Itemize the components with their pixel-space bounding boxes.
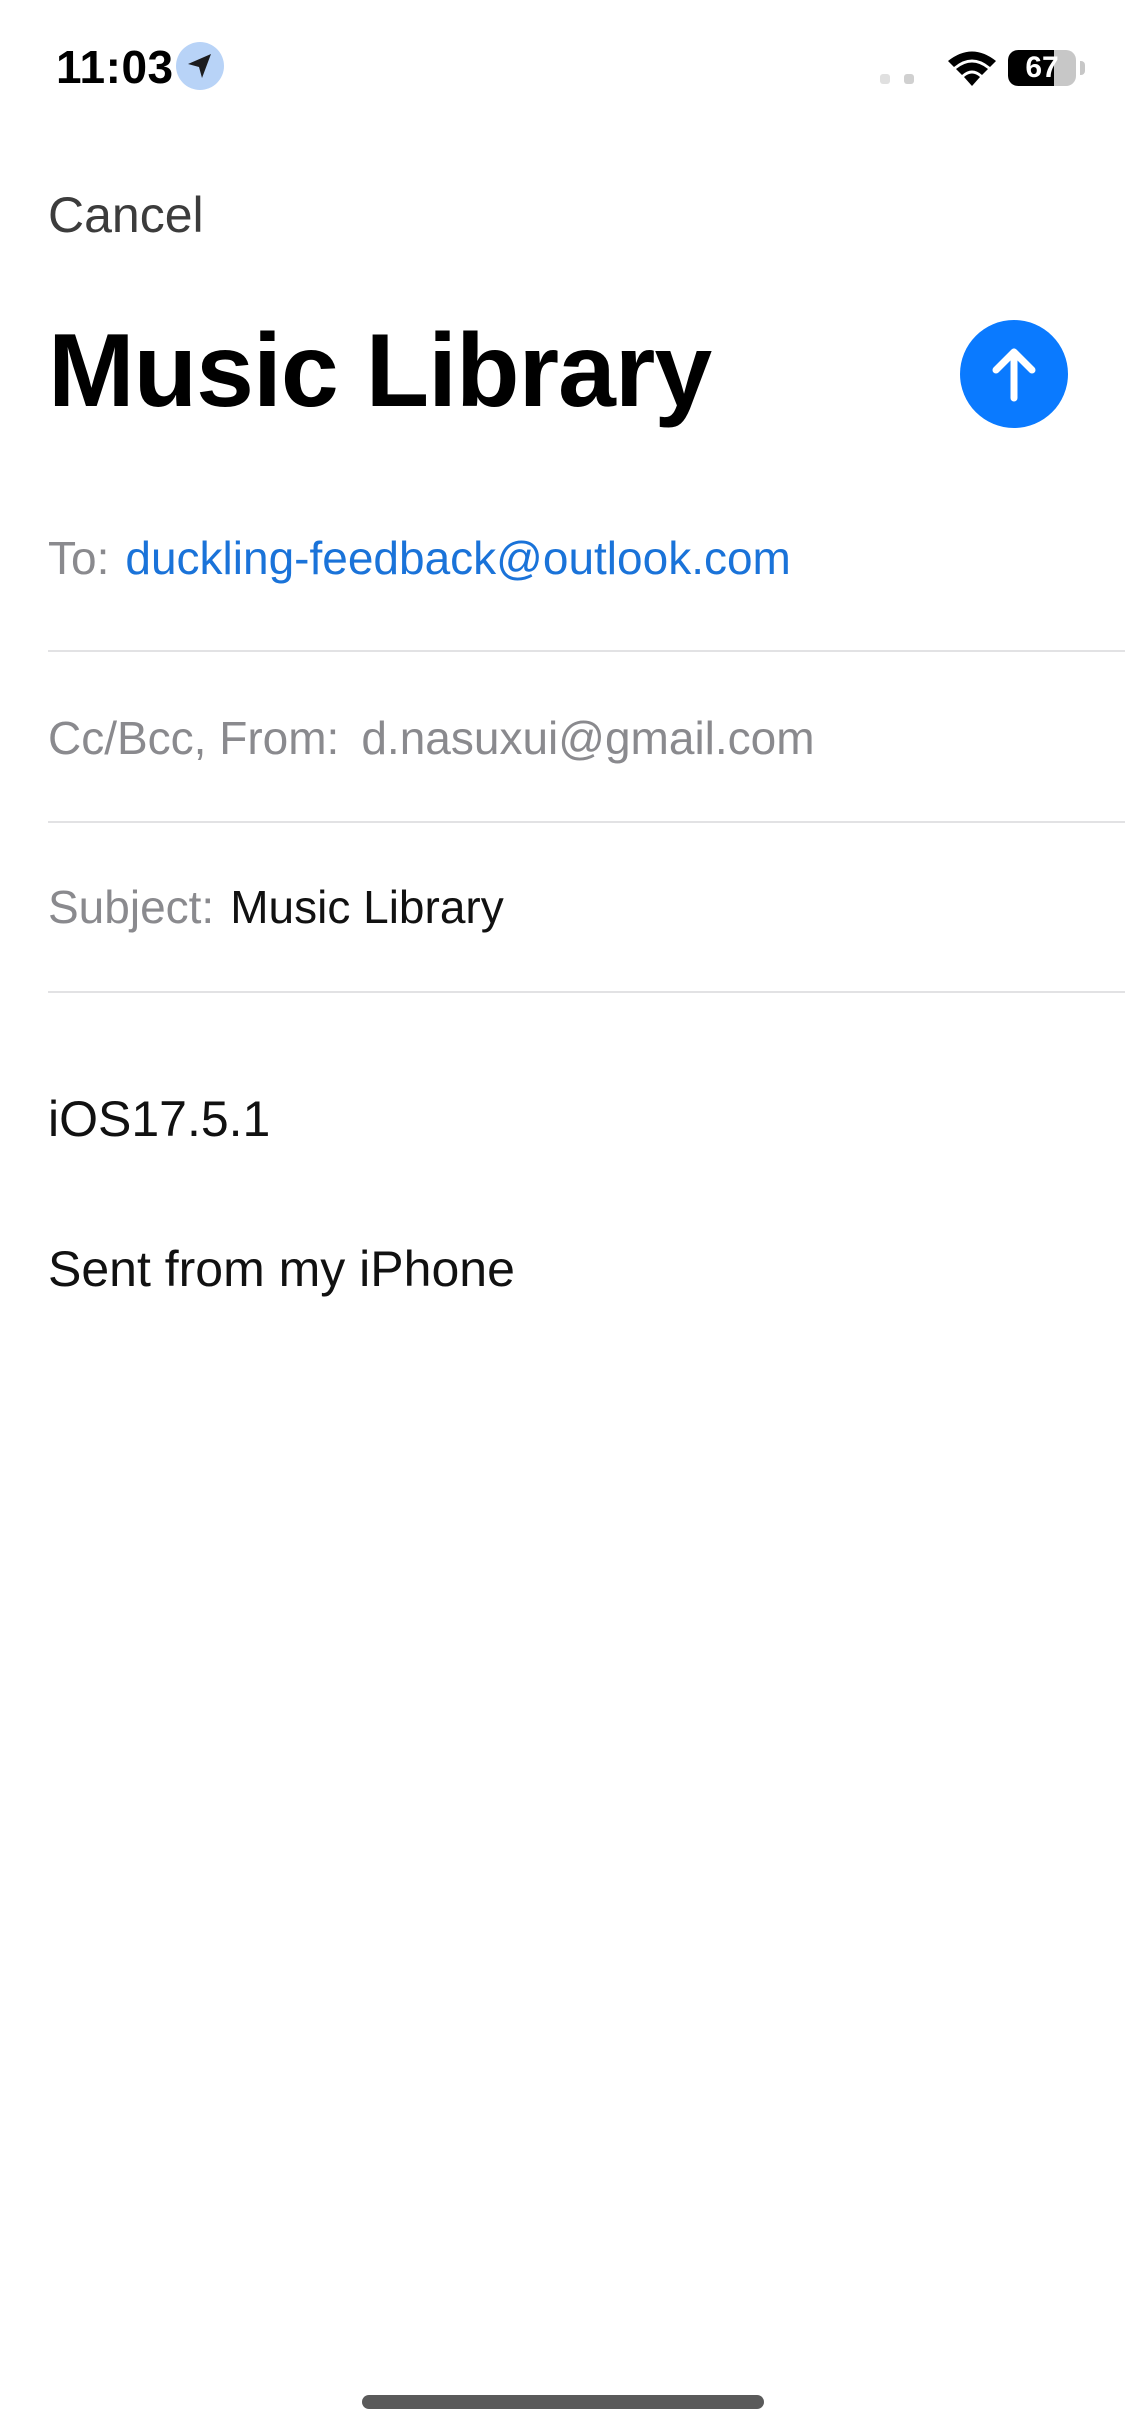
to-field[interactable]: To: duckling-feedback@outlook.com xyxy=(48,473,1125,643)
divider xyxy=(48,650,1125,652)
divider xyxy=(48,991,1125,993)
wifi-icon xyxy=(948,51,996,86)
cc-bcc-from-field[interactable]: Cc/Bcc, From: d.nasuxui@gmail.com xyxy=(48,653,1125,823)
status-bar: 11:03 67 xyxy=(0,0,1125,140)
subject-field[interactable]: Subject: Music Library xyxy=(48,822,1125,992)
battery-cap xyxy=(1080,61,1085,75)
from-address[interactable]: d.nasuxui@gmail.com xyxy=(361,711,814,765)
to-label: To: xyxy=(48,532,110,584)
message-body-line[interactable]: iOS17.5.1 xyxy=(48,1090,270,1148)
send-button[interactable] xyxy=(960,320,1068,428)
home-indicator[interactable] xyxy=(362,2395,764,2409)
location-arrow-icon xyxy=(176,42,224,90)
battery-level: 67 xyxy=(1025,51,1059,84)
subject-input[interactable]: Music Library xyxy=(230,880,504,934)
signature-text[interactable]: Sent from my iPhone xyxy=(48,1240,515,1298)
cancel-button[interactable]: Cancel xyxy=(48,186,204,244)
signal-icon xyxy=(880,74,914,84)
cc-bcc-from-label: Cc/Bcc, From: xyxy=(48,712,340,764)
arrow-up-icon xyxy=(992,348,1036,402)
subject-label: Subject: xyxy=(48,881,215,933)
compose-title: Music Library xyxy=(48,313,712,429)
status-time: 11:03 xyxy=(56,41,174,93)
to-recipient[interactable]: duckling-feedback@outlook.com xyxy=(125,531,791,585)
battery-icon: 67 xyxy=(1008,50,1076,86)
